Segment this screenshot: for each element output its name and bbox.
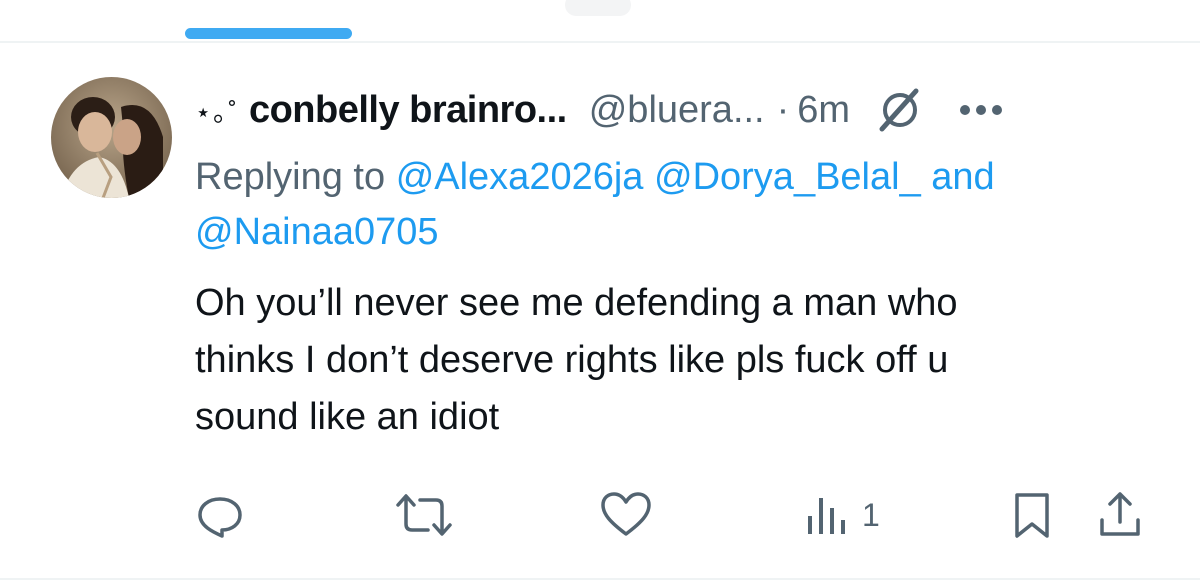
bookmark-icon — [1015, 493, 1049, 538]
mention-link[interactable]: @Alexa2026ja — [396, 156, 644, 198]
user-handle[interactable]: @bluera... — [589, 89, 765, 132]
retweet-button[interactable] — [396, 487, 452, 543]
avatar-photo — [51, 77, 172, 198]
reply-button[interactable] — [195, 487, 245, 543]
top-divider — [0, 41, 1200, 43]
like-icon — [601, 492, 651, 536]
reply-icon — [198, 497, 242, 538]
views-icon — [808, 498, 845, 534]
top-scroll-handle — [565, 0, 631, 16]
tweet-header: ⋆｡˚ conbelly brainro... @bluera... · 6m — [195, 85, 1155, 135]
bookmark-button[interactable] — [1012, 487, 1052, 543]
grok-icon[interactable] — [876, 87, 922, 133]
views-button[interactable]: 1 — [806, 487, 880, 543]
timestamp[interactable]: 6m — [797, 89, 850, 132]
like-button[interactable] — [600, 487, 652, 543]
active-tab-indicator — [185, 28, 352, 39]
mention-link[interactable]: @Dorya_Belal_ — [654, 156, 921, 198]
share-icon — [1100, 492, 1140, 536]
views-count: 1 — [862, 496, 880, 533]
more-icon[interactable] — [958, 103, 1004, 117]
mention-link[interactable]: @Nainaa0705 — [195, 211, 439, 253]
tweet-text: Oh you’ll never see me defending a man w… — [195, 282, 958, 438]
separator-dot: · — [776, 88, 790, 131]
action-bar: 1 — [0, 487, 1200, 543]
mention-joiner[interactable]: and — [931, 156, 994, 198]
display-name[interactable]: conbelly brainro... — [249, 89, 567, 132]
replying-prefix: Replying to — [195, 156, 386, 198]
name-decoration: ⋆｡˚ — [195, 96, 239, 127]
retweet-icon — [396, 494, 452, 536]
avatar[interactable] — [51, 77, 172, 198]
share-button[interactable] — [1098, 487, 1142, 543]
bottom-divider — [0, 578, 1200, 580]
replying-to: Replying to @Alexa2026ja @Dorya_Belal_ a… — [195, 150, 1155, 260]
